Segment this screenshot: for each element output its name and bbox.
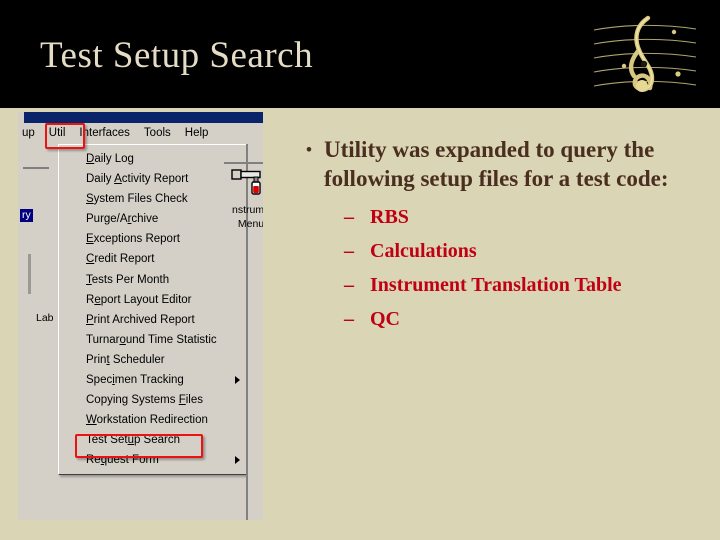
menu-item[interactable]: Print Scheduler — [59, 350, 247, 370]
dash-marker-icon: – — [344, 308, 354, 330]
util-dropdown-menu: Daily Log Daily Activity Report System Fil… — [58, 144, 248, 475]
sub-bullet-label: Calculations — [370, 240, 477, 262]
embedded-app-screenshot: up Util Interfaces Tools Help ry Lab Daily L… — [18, 112, 263, 520]
dash-marker-icon: – — [344, 274, 354, 296]
menubar-item-tools[interactable]: Tools — [137, 126, 178, 140]
menu-item-label: rint Archived Report — [93, 313, 195, 326]
app-menubar: up Util Interfaces Tools Help — [18, 123, 263, 145]
sub-bullet-list: – RBS – Calculations – Instrument Transl… — [300, 200, 704, 336]
menu-item-label: Spec — [86, 374, 113, 387]
menubar-item-interfaces[interactable]: Interfaces — [72, 126, 137, 140]
bullet-marker-icon: • — [306, 140, 312, 159]
menu-item[interactable]: Tests Per Month — [59, 270, 247, 290]
left-column-scroll-thumb[interactable] — [28, 254, 31, 294]
instrument-menu-label-line1: nstrume — [232, 204, 263, 216]
instrument-separator — [224, 162, 263, 164]
sub-bullet-item: – QC — [344, 302, 704, 336]
menu-item[interactable]: Credit Report — [59, 249, 247, 269]
instrument-menu-button[interactable]: nstrume Menu — [223, 167, 263, 230]
menubar-item-util[interactable]: Util — [42, 126, 73, 140]
menu-item-label: aily Log — [94, 153, 134, 165]
menu-item-label: xceptions Report — [93, 233, 180, 246]
menubar-item-list: up Util Interfaces Tools Help — [22, 126, 215, 140]
instrument-pipette-icon — [231, 169, 261, 195]
dash-marker-icon: – — [344, 206, 354, 228]
menu-item[interactable]: Exceptions Report — [59, 229, 247, 249]
sub-bullet-item: – Instrument Translation Table — [344, 268, 704, 302]
menu-item-label: Re — [86, 454, 101, 467]
sub-bullet-label: QC — [370, 308, 400, 330]
menu-item-label: men Tracking — [114, 374, 184, 387]
sub-bullet-item: – RBS — [344, 200, 704, 234]
submenu-arrow-icon — [235, 376, 240, 385]
submenu-arrow-icon — [235, 456, 240, 465]
slide: Test Setup Search • Utility was expanded… — [0, 0, 720, 540]
menu-item-accelerator: P — [86, 313, 94, 326]
menu-item[interactable]: Turnaround Time Statistic — [59, 330, 247, 350]
page-title: Test Setup Search — [40, 35, 314, 76]
app-left-column: ry Lab — [18, 144, 58, 520]
menu-item[interactable]: Purge/Archive — [59, 209, 247, 229]
menu-item-label: ests Per Month — [91, 273, 170, 286]
left-column-lab-label: Lab — [36, 312, 54, 324]
menu-item[interactable]: Test Setup Search — [59, 430, 247, 450]
menu-item-label: ctivity Report — [121, 173, 189, 186]
title-band: Test Setup Search — [0, 0, 720, 108]
menu-item-label: Copying Systems — [86, 394, 179, 407]
menu-item-label: redit Report — [94, 253, 155, 266]
menu-item-label: p Search — [133, 434, 180, 447]
menu-item-accelerator: E — [86, 233, 94, 246]
menu-item-label: iles — [185, 394, 203, 407]
sub-bullet-label: Instrument Translation Table — [370, 274, 622, 296]
menu-item[interactable]: Copying Systems Files — [59, 390, 247, 410]
body-text: • Utility was expanded to query the foll… — [300, 136, 704, 336]
main-bullet-text: Utility was expanded to query the follow… — [324, 137, 669, 191]
dash-marker-icon: – — [344, 240, 354, 262]
menu-item[interactable]: Daily Log — [59, 149, 247, 169]
menu-item-label: port Layout Editor — [100, 293, 192, 306]
menu-item-accelerator: S — [86, 193, 94, 206]
sub-bullet-item: – Calculations — [344, 234, 704, 268]
treble-clef-logo — [593, 15, 697, 92]
left-column-selected-item[interactable]: ry — [19, 208, 34, 223]
left-column-divider — [23, 167, 49, 169]
menu-item-label: ystem Files Check — [93, 193, 188, 206]
menu-item-label: Turnar — [86, 333, 120, 346]
sub-bullet-label: RBS — [370, 206, 409, 228]
menu-item-accelerator: A — [114, 173, 122, 186]
app-titlebar — [24, 112, 263, 123]
menu-item-accelerator: F — [178, 394, 186, 407]
menu-item[interactable]: Workstation Redirection — [59, 410, 247, 430]
menu-item-label: orkstation Redirection — [96, 414, 208, 427]
menu-item-label: Prin — [86, 353, 107, 366]
menu-item-accelerator: W — [86, 414, 97, 427]
menu-item-label: und Time Statistic — [125, 333, 217, 346]
menu-item[interactable]: Print Archived Report — [59, 310, 247, 330]
menubar-item-help[interactable]: Help — [178, 126, 216, 140]
menu-item[interactable]: Daily Activity Report — [59, 169, 247, 189]
menu-item[interactable]: System Files Check — [59, 189, 247, 209]
menu-item[interactable]: Specimen Tracking — [59, 370, 247, 390]
menubar-item-up[interactable]: up — [22, 126, 42, 140]
menu-item-label: uest Form — [107, 454, 159, 467]
menu-item-label: chive — [131, 213, 159, 226]
instrument-menu-label-line2: Menu — [237, 218, 263, 230]
main-bullet-row: • Utility was expanded to query the foll… — [300, 136, 704, 193]
menu-item[interactable]: Report Layout Editor — [59, 290, 247, 310]
menu-item[interactable]: Request Form — [59, 450, 247, 470]
menu-item-label: Test Set — [86, 434, 128, 447]
menu-item-label: Daily — [86, 173, 115, 186]
menu-item-label: Scheduler — [109, 353, 165, 366]
menu-item-label: Purge/A — [86, 213, 128, 226]
